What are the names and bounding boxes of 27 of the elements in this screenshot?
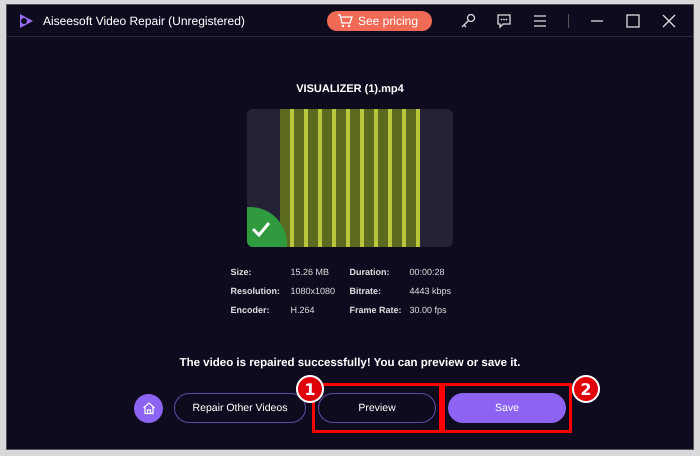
step-number: 2 bbox=[572, 375, 600, 403]
window-title: Aiseesoft Video Repair (Unregistered) bbox=[43, 14, 246, 28]
file-name: VISUALIZER (1).mp4 bbox=[296, 83, 404, 95]
info-value: 15.26 MB bbox=[290, 267, 330, 277]
info-label: Duration: bbox=[350, 267, 390, 277]
maximize-icon[interactable] bbox=[625, 12, 641, 28]
menu-icon[interactable] bbox=[532, 12, 548, 28]
info-label: Size: bbox=[230, 267, 253, 277]
info-value: 4443 kbps bbox=[410, 286, 452, 296]
status-message: The video is repaired successfully! You can preview or save it. bbox=[180, 357, 520, 369]
info-label: Frame Rate: bbox=[350, 305, 403, 315]
info-value: H.264 bbox=[290, 305, 316, 315]
cart-icon bbox=[336, 14, 353, 28]
info-label: Resolution: bbox=[230, 286, 281, 296]
info-label: Bitrate: bbox=[350, 286, 382, 296]
logo-icon bbox=[17, 12, 35, 30]
save-button[interactable]: Save bbox=[448, 393, 566, 423]
info-value: 30.00 fps bbox=[410, 305, 448, 315]
close-icon[interactable] bbox=[661, 12, 677, 28]
step-number: 1 bbox=[296, 375, 324, 403]
key-icon[interactable] bbox=[460, 12, 476, 28]
home-icon bbox=[142, 401, 156, 415]
info-value: 1080x1080 bbox=[290, 286, 336, 296]
home-button[interactable] bbox=[134, 394, 163, 422]
info-value: 00:00:28 bbox=[410, 267, 446, 277]
info-label: Encoder: bbox=[230, 305, 271, 315]
chat-icon[interactable] bbox=[496, 12, 512, 28]
